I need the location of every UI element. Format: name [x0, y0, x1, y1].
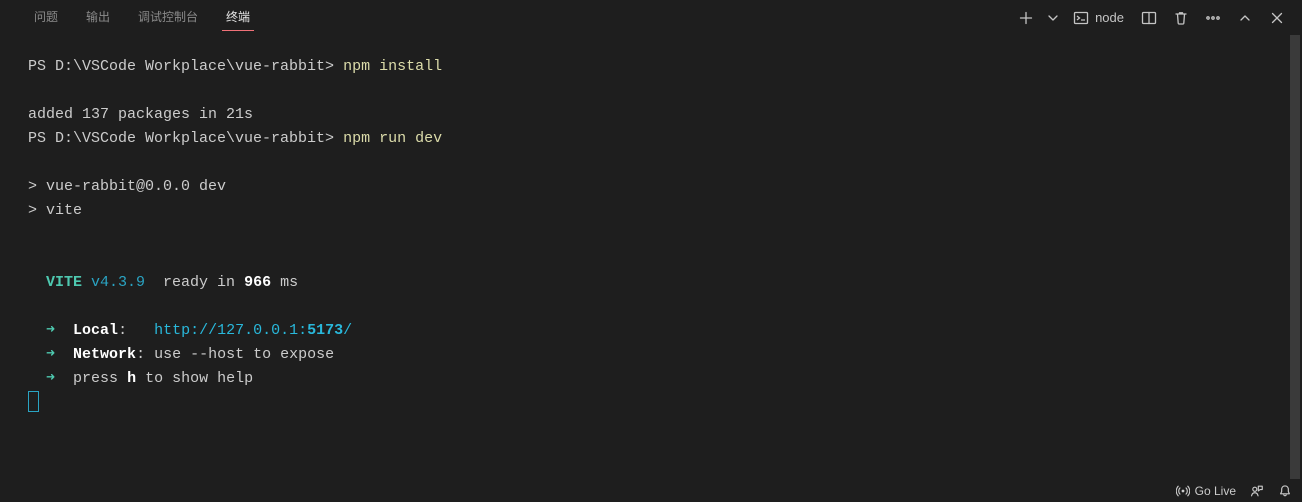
go-live-label: Go Live — [1195, 484, 1236, 498]
panel-tabs: 问题 输出 调试控制台 终端 — [20, 0, 264, 35]
terminal-line: > vue-rabbit@0.0.0 dev — [28, 178, 226, 195]
arrow-icon: ➜ — [28, 346, 73, 363]
kill-terminal-button[interactable] — [1168, 5, 1194, 31]
vite-version: v4.3.9 — [91, 274, 145, 291]
terminal-line: added 137 packages in 21s — [28, 106, 253, 123]
command-text: npm install — [343, 58, 442, 75]
ellipsis-icon — [1205, 10, 1221, 26]
ready-time: 966 — [244, 274, 271, 291]
local-label: Local — [73, 322, 118, 339]
terminal-line: > vite — [28, 202, 82, 219]
go-live-button[interactable]: Go Live — [1176, 484, 1236, 498]
terminal[interactable]: PS D:\VSCode Workplace\vue-rabbit> npm i… — [0, 35, 1302, 480]
tab-label: 输出 — [86, 10, 110, 24]
chevron-down-icon — [1045, 10, 1061, 26]
tab-output[interactable]: 输出 — [72, 0, 124, 35]
scroll-thumb[interactable] — [1290, 35, 1300, 480]
network-rest: : use --host to expose — [136, 346, 334, 363]
panel-toolbar: node — [1013, 5, 1290, 31]
vite-label: VITE — [28, 274, 91, 291]
help-suf: to show help — [136, 370, 253, 387]
terminal-icon — [1073, 10, 1089, 26]
status-bar: Go Live — [0, 479, 1302, 502]
trash-icon — [1173, 10, 1189, 26]
new-terminal-dropdown[interactable] — [1045, 5, 1061, 31]
panel-tabbar: 问题 输出 调试控制台 终端 node — [0, 0, 1302, 35]
terminal-cursor — [28, 391, 39, 412]
new-terminal-button[interactable] — [1013, 5, 1039, 31]
local-url[interactable]: http://127.0.0.1:5173/ — [154, 322, 352, 339]
arrow-icon: ➜ — [28, 370, 73, 387]
close-panel-button[interactable] — [1264, 5, 1290, 31]
person-feedback-icon — [1250, 484, 1264, 498]
ready-text: ready in — [145, 274, 244, 291]
tab-label: 终端 — [226, 10, 250, 24]
tab-problems[interactable]: 问题 — [20, 0, 72, 35]
split-terminal-button[interactable] — [1136, 5, 1162, 31]
feedback-button[interactable] — [1250, 484, 1264, 498]
maximize-panel-button[interactable] — [1232, 5, 1258, 31]
tab-label: 问题 — [34, 10, 58, 24]
arrow-icon: ➜ — [28, 322, 73, 339]
terminal-scrollbar[interactable] — [1288, 35, 1302, 480]
help-pre: press — [73, 370, 127, 387]
close-icon — [1269, 10, 1285, 26]
network-label: Network — [73, 346, 136, 363]
ready-suffix: ms — [271, 274, 298, 291]
broadcast-icon — [1176, 484, 1190, 498]
more-actions-button[interactable] — [1200, 5, 1226, 31]
bell-icon — [1278, 484, 1292, 498]
plus-icon — [1018, 10, 1034, 26]
chevron-up-icon — [1237, 10, 1253, 26]
launch-profile-label: node — [1095, 10, 1124, 25]
prompt: PS D:\VSCode Workplace\vue-rabbit> — [28, 58, 343, 75]
notifications-button[interactable] — [1278, 484, 1292, 498]
command-text: npm run dev — [343, 130, 442, 147]
help-key: h — [127, 370, 136, 387]
prompt: PS D:\VSCode Workplace\vue-rabbit> — [28, 130, 343, 147]
launch-profile-dropdown[interactable]: node — [1067, 5, 1130, 31]
tab-label: 调试控制台 — [138, 10, 198, 24]
tab-terminal[interactable]: 终端 — [212, 0, 264, 35]
terminal-panel: PS D:\VSCode Workplace\vue-rabbit> npm i… — [0, 35, 1302, 480]
tab-debug-console[interactable]: 调试控制台 — [124, 0, 212, 35]
sep: : — [118, 322, 154, 339]
split-horizontal-icon — [1141, 10, 1157, 26]
